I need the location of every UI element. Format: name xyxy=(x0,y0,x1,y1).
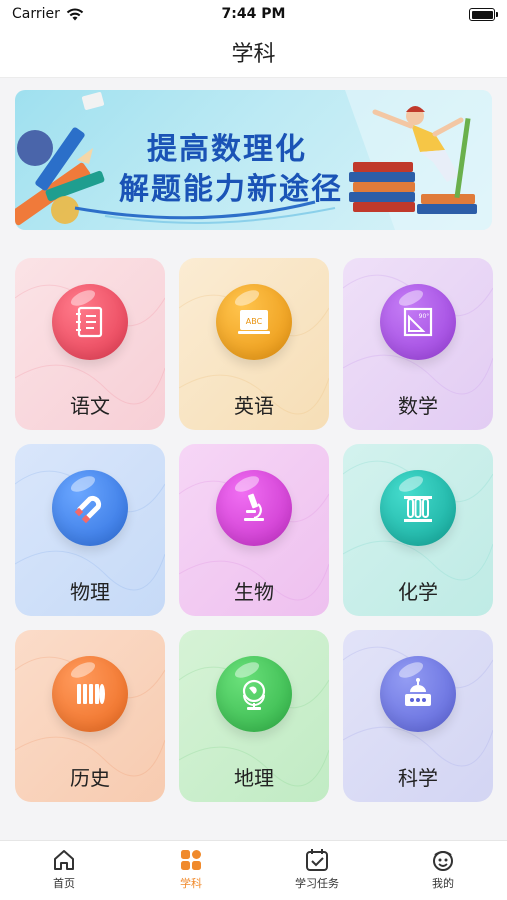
tab-mine[interactable]: 我的 xyxy=(380,847,506,897)
subject-label: 历史 xyxy=(70,766,110,790)
tab-home[interactable]: 首页 xyxy=(1,847,127,897)
subject-icon-badge: ABC xyxy=(216,284,292,360)
notebook-icon xyxy=(76,306,103,338)
subject-label: 化学 xyxy=(398,580,438,604)
banner-headline: 提高数理化 xyxy=(147,132,307,167)
microscope-icon xyxy=(244,493,264,521)
subject-card-science[interactable]: 科学 xyxy=(343,630,493,802)
subject-label: 地理 xyxy=(234,766,274,790)
subject-label: 英语 xyxy=(234,394,274,418)
clock: 7:44 PM xyxy=(221,6,286,22)
tab-subjects[interactable]: 学科 xyxy=(128,847,254,897)
subject-card-physics[interactable]: 物理 xyxy=(15,444,165,616)
subject-card-history[interactable]: 历史 xyxy=(15,630,165,802)
subject-label: 语文 xyxy=(70,394,110,418)
svg-text:ABC: ABC xyxy=(246,317,263,326)
tab-study-tasks[interactable]: 学习任务 xyxy=(254,847,380,897)
grid-icon xyxy=(181,850,201,870)
subject-card-chinese[interactable]: 语文 xyxy=(15,258,165,430)
subject-icon-badge xyxy=(216,470,292,546)
tab-bar: 首页 学科 学习任务 我的 xyxy=(0,840,507,900)
subject-card-geography[interactable]: 地理 xyxy=(179,630,329,802)
robot-icon xyxy=(405,678,431,706)
protractor-icon: 90° xyxy=(403,307,433,337)
abc-board-icon: ABC xyxy=(238,310,270,334)
face-icon xyxy=(433,851,453,871)
magnet-icon xyxy=(74,495,102,524)
subject-label: 生物 xyxy=(234,580,274,604)
subject-label: 数学 xyxy=(398,394,438,418)
home-icon xyxy=(54,850,74,870)
globe-icon xyxy=(242,679,266,710)
promo-banner[interactable]: 提高数理化 解题能力新途径 xyxy=(15,90,492,230)
subject-icon-badge: 90° xyxy=(380,284,456,360)
subject-icon-badge xyxy=(216,656,292,732)
svg-text:90°: 90° xyxy=(419,313,430,320)
tab-label: 学习任务 xyxy=(295,877,339,890)
calendar-check-icon xyxy=(306,849,328,871)
navigation-bar: 学科 xyxy=(0,30,507,78)
subject-icon-badge xyxy=(52,470,128,546)
subject-icon-badge xyxy=(380,656,456,732)
subject-card-math[interactable]: 90° 数学 xyxy=(343,258,493,430)
subject-label: 科学 xyxy=(398,766,438,790)
bamboo-scroll-icon xyxy=(77,684,105,704)
subject-card-biology[interactable]: 生物 xyxy=(179,444,329,616)
banner-subheadline: 解题能力新途径 xyxy=(119,172,343,207)
tab-label: 首页 xyxy=(53,877,75,890)
page-title: 学科 xyxy=(231,42,276,67)
status-bar: Carrier 7:44 PM xyxy=(0,0,507,30)
subject-card-chemistry[interactable]: 化学 xyxy=(343,444,493,616)
battery-icon xyxy=(469,8,498,21)
tab-label: 我的 xyxy=(432,877,454,890)
subject-icon-badge xyxy=(52,284,128,360)
subject-label: 物理 xyxy=(70,580,110,604)
tab-label: 学科 xyxy=(180,877,202,890)
subject-icon-badge xyxy=(380,470,456,546)
subject-icon-badge xyxy=(52,656,128,732)
test-tubes-icon xyxy=(404,496,432,522)
subject-card-english[interactable]: ABC 英语 xyxy=(179,258,329,430)
